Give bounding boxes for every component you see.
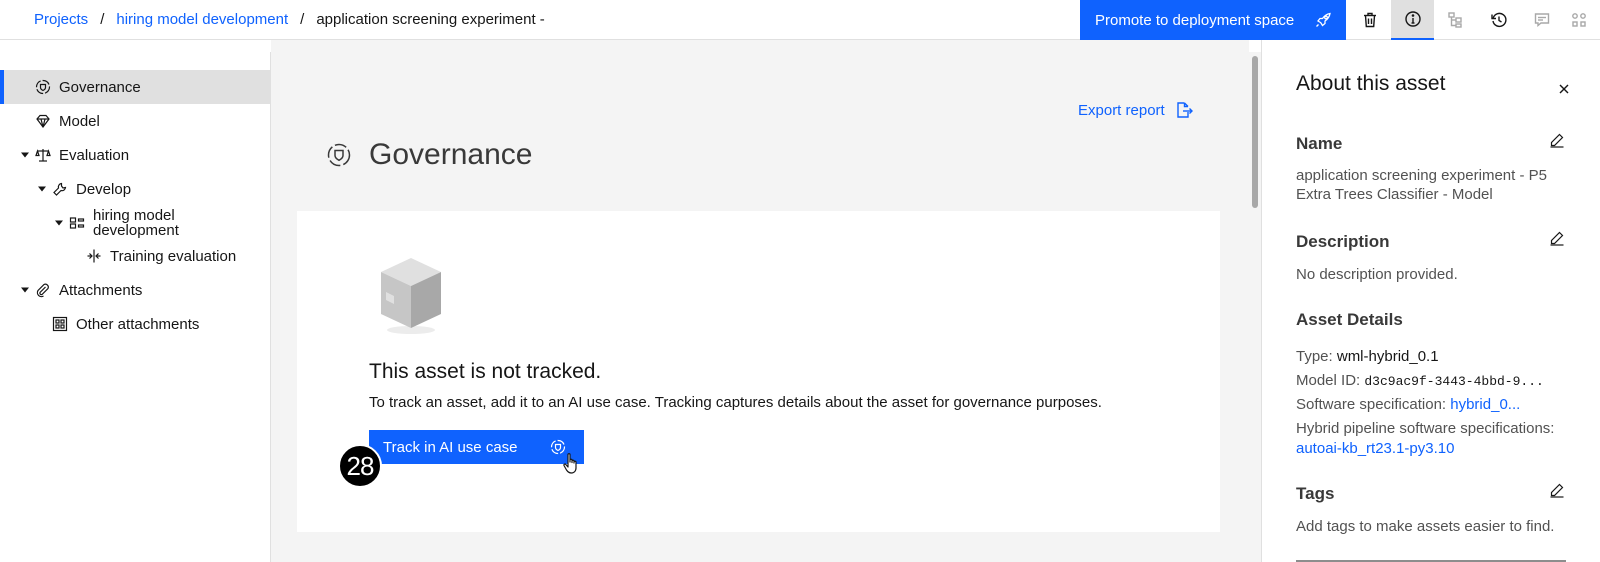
- info-button[interactable]: [1391, 0, 1434, 40]
- model-id-label: Model ID:: [1296, 372, 1361, 389]
- model-id-row: Model ID: d3c9ac9f-3443-4bbd-9...: [1296, 371, 1544, 391]
- promote-button[interactable]: Promote to deployment space: [1080, 0, 1346, 40]
- export-report-link[interactable]: Export report: [1078, 101, 1193, 119]
- software-spec-label: Software specification:: [1296, 396, 1447, 413]
- description-value: No description provided.: [1296, 266, 1458, 283]
- tags-heading: Tags: [1296, 484, 1335, 503]
- breadcrumb-separator: /: [300, 10, 305, 28]
- hybrid-spec-label: Hybrid pipeline software specifications:: [1296, 420, 1555, 437]
- sidebar-item-governance[interactable]: Governance: [0, 70, 270, 104]
- breadcrumb-separator: /: [100, 10, 105, 28]
- caret-down-icon[interactable]: [20, 285, 30, 295]
- relationships-icon: [1571, 13, 1586, 27]
- relationships-button[interactable]: [1557, 0, 1600, 40]
- edit-tags-icon[interactable]: [1549, 482, 1565, 498]
- name-heading: Name: [1296, 134, 1343, 153]
- caret-down-icon[interactable]: [54, 218, 64, 228]
- sidebar-item-label: Model: [59, 112, 100, 130]
- history-button[interactable]: [1477, 0, 1520, 40]
- sidebar-item-label: Attachments: [59, 281, 143, 299]
- asset-details-heading: Asset Details: [1296, 310, 1403, 329]
- type-row: Type: wml-hybrid_0.1: [1296, 347, 1439, 366]
- type-label: Type:: [1296, 348, 1333, 365]
- software-spec-row: Software specification: hybrid_0...: [1296, 395, 1520, 414]
- breadcrumb-projects[interactable]: Projects: [34, 11, 88, 28]
- delete-button[interactable]: [1348, 0, 1391, 40]
- sidebar-item-other-attachments[interactable]: Other attachments: [0, 307, 270, 341]
- sidebar-item-develop[interactable]: Develop: [0, 172, 270, 206]
- tags-value: Add tags to make assets easier to find.: [1296, 518, 1555, 535]
- not-tracked-description: To track an asset, add it to an AI use c…: [369, 394, 1102, 411]
- scrollbar[interactable]: [1249, 52, 1261, 562]
- sidebar-item-label: Develop: [76, 180, 132, 198]
- panel-title: About this asset: [1296, 72, 1446, 95]
- sidebar-item-hiring-model-development[interactable]: hiring model development: [0, 205, 270, 241]
- caret-down-icon[interactable]: [20, 150, 30, 160]
- box-illustration: [381, 258, 441, 334]
- sidebar-item-evaluation[interactable]: Evaluation: [0, 138, 270, 172]
- sidebar-item-label: Governance: [59, 78, 141, 96]
- sidebar-item-attachments[interactable]: Attachments: [0, 273, 270, 307]
- history-icon: [1490, 12, 1507, 28]
- step-badge: 28: [338, 444, 382, 488]
- sidebar-item-model[interactable]: Model: [0, 104, 270, 138]
- governance-icon: [35, 79, 51, 95]
- diamond-icon: [36, 114, 50, 128]
- breadcrumb-project[interactable]: hiring model development: [116, 11, 288, 28]
- hybrid-spec-link[interactable]: autoai-kb_rt23.1-py3.10: [1296, 439, 1454, 458]
- type-value: wml-hybrid_0.1: [1336, 348, 1439, 365]
- breadcrumb: Projects / hiring model development / ap…: [34, 0, 545, 38]
- scrollbar-thumb[interactable]: [1252, 56, 1258, 208]
- name-value: application screening experiment - P5 Ex…: [1296, 166, 1547, 204]
- edit-description-icon[interactable]: [1549, 230, 1565, 246]
- split-icon: [87, 249, 101, 263]
- breadcrumb-current: application screening experiment -: [316, 10, 545, 28]
- sidebar-item-label: hiring model development: [93, 207, 179, 239]
- top-bar: Projects / hiring model development / ap…: [0, 0, 1600, 40]
- project-icon: [69, 217, 85, 229]
- chat-icon: [1534, 13, 1549, 27]
- sidebar-item-training-evaluation[interactable]: Training evaluation: [0, 239, 270, 273]
- export-report-label: Export report: [1078, 101, 1165, 119]
- name-value-line1: application screening experiment - P5: [1296, 167, 1547, 184]
- lineage-button[interactable]: [1434, 0, 1477, 40]
- rocket-icon: [1316, 12, 1331, 27]
- caret-down-icon[interactable]: [37, 184, 47, 194]
- hybrid-spec-value[interactable]: autoai-kb_rt23.1-py3.10: [1296, 440, 1454, 457]
- lineage-icon: [1447, 12, 1462, 28]
- page-title: Governance: [369, 138, 533, 171]
- governance-icon: [327, 143, 351, 167]
- model-id-value: d3c9ac9f-3443-4bbd-9...: [1364, 374, 1544, 389]
- paperclip-icon: [36, 283, 49, 298]
- scale-icon: [35, 149, 51, 162]
- sidebar-item-label: Evaluation: [59, 146, 130, 164]
- description-heading: Description: [1296, 232, 1390, 251]
- trash-icon: [1363, 12, 1376, 28]
- sidebar-item-label: Training evaluation: [110, 247, 237, 265]
- name-value-line2: Extra Trees Classifier - Model: [1296, 186, 1493, 203]
- export-icon: [1177, 102, 1193, 118]
- track-button-label: Track in AI use case: [383, 438, 518, 456]
- edit-name-icon[interactable]: [1549, 132, 1565, 148]
- wrench-icon: [53, 182, 67, 196]
- software-spec-link[interactable]: hybrid_0...: [1450, 396, 1520, 413]
- hand-cursor-icon: [563, 453, 577, 474]
- not-tracked-title: This asset is not tracked.: [369, 360, 602, 383]
- info-icon: [1404, 11, 1421, 27]
- promote-label: Promote to deployment space: [1095, 11, 1295, 29]
- sidebar-item-label: Other attachments: [76, 315, 200, 333]
- track-in-ai-use-case-button[interactable]: Track in AI use case: [369, 430, 584, 464]
- grid-icon: [52, 316, 68, 332]
- close-icon[interactable]: [1556, 81, 1572, 97]
